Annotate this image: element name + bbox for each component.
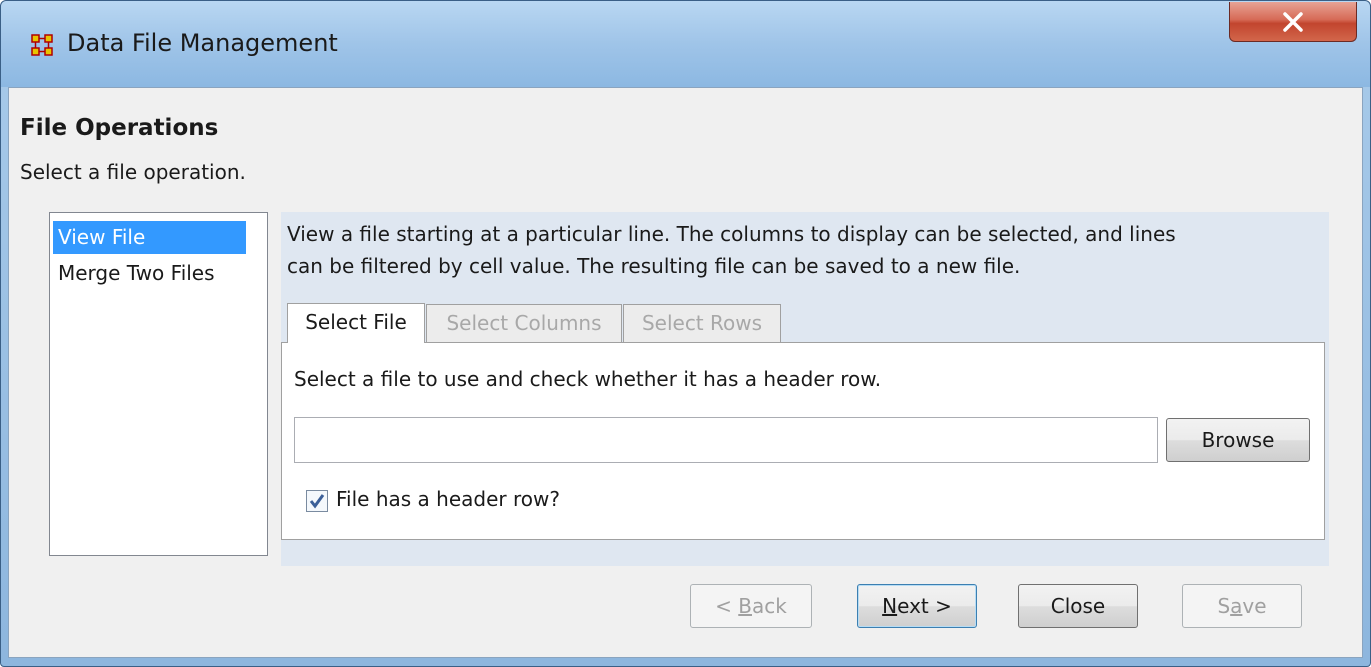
operation-item-view-file[interactable]: View File	[53, 221, 246, 254]
page-subtitle: Select a file operation.	[20, 160, 246, 184]
next-button[interactable]: Next >	[857, 584, 977, 628]
select-file-hint: Select a file to use and check whether i…	[294, 367, 882, 391]
file-path-input[interactable]	[294, 417, 1158, 463]
header-row-label[interactable]: File has a header row?	[336, 487, 560, 511]
tab-select-file[interactable]: Select File	[287, 303, 425, 343]
window-title: Data File Management	[67, 29, 338, 57]
dialog-window: Data File Management File Operations Sel…	[0, 0, 1371, 667]
tab-select-rows[interactable]: Select Rows	[623, 304, 781, 342]
description-line-2: can be filtered by cell value. The resul…	[287, 254, 1021, 278]
back-button[interactable]: < Back	[690, 584, 812, 628]
save-button-rest: ve	[1242, 594, 1267, 618]
dialog-client-area: File Operations Select a file operation.…	[8, 87, 1363, 658]
operation-list[interactable]: View File Merge Two Files	[49, 212, 268, 556]
back-button-mnemonic: B	[738, 594, 752, 618]
browse-button[interactable]: Browse	[1166, 418, 1310, 462]
checkmark-icon	[309, 494, 325, 509]
next-button-mnemonic: N	[882, 594, 898, 618]
select-file-tab-panel: Select a file to use and check whether i…	[281, 342, 1325, 540]
back-button-prefix: <	[715, 594, 739, 618]
description-line-1: View a file starting at a particular lin…	[287, 222, 1176, 246]
next-button-rest: ext >	[897, 594, 952, 618]
page-title: File Operations	[20, 115, 219, 141]
network-app-icon	[31, 34, 53, 56]
operation-description: View a file starting at a particular lin…	[287, 218, 1327, 282]
close-x-icon	[1283, 11, 1303, 32]
window-close-button[interactable]	[1229, 2, 1357, 42]
save-button-pre: S	[1217, 594, 1231, 618]
tab-select-columns[interactable]: Select Columns	[426, 304, 622, 342]
header-row-checkbox[interactable]	[306, 490, 328, 512]
close-button[interactable]: Close	[1018, 584, 1138, 628]
operation-detail-panel: View a file starting at a particular lin…	[281, 212, 1329, 566]
save-button-mnemonic: a	[1230, 594, 1243, 618]
operation-item-merge-two-files[interactable]: Merge Two Files	[53, 257, 246, 290]
back-button-rest: ack	[752, 594, 787, 618]
title-bar[interactable]: Data File Management	[1, 1, 1370, 87]
save-button[interactable]: Save	[1182, 584, 1302, 628]
